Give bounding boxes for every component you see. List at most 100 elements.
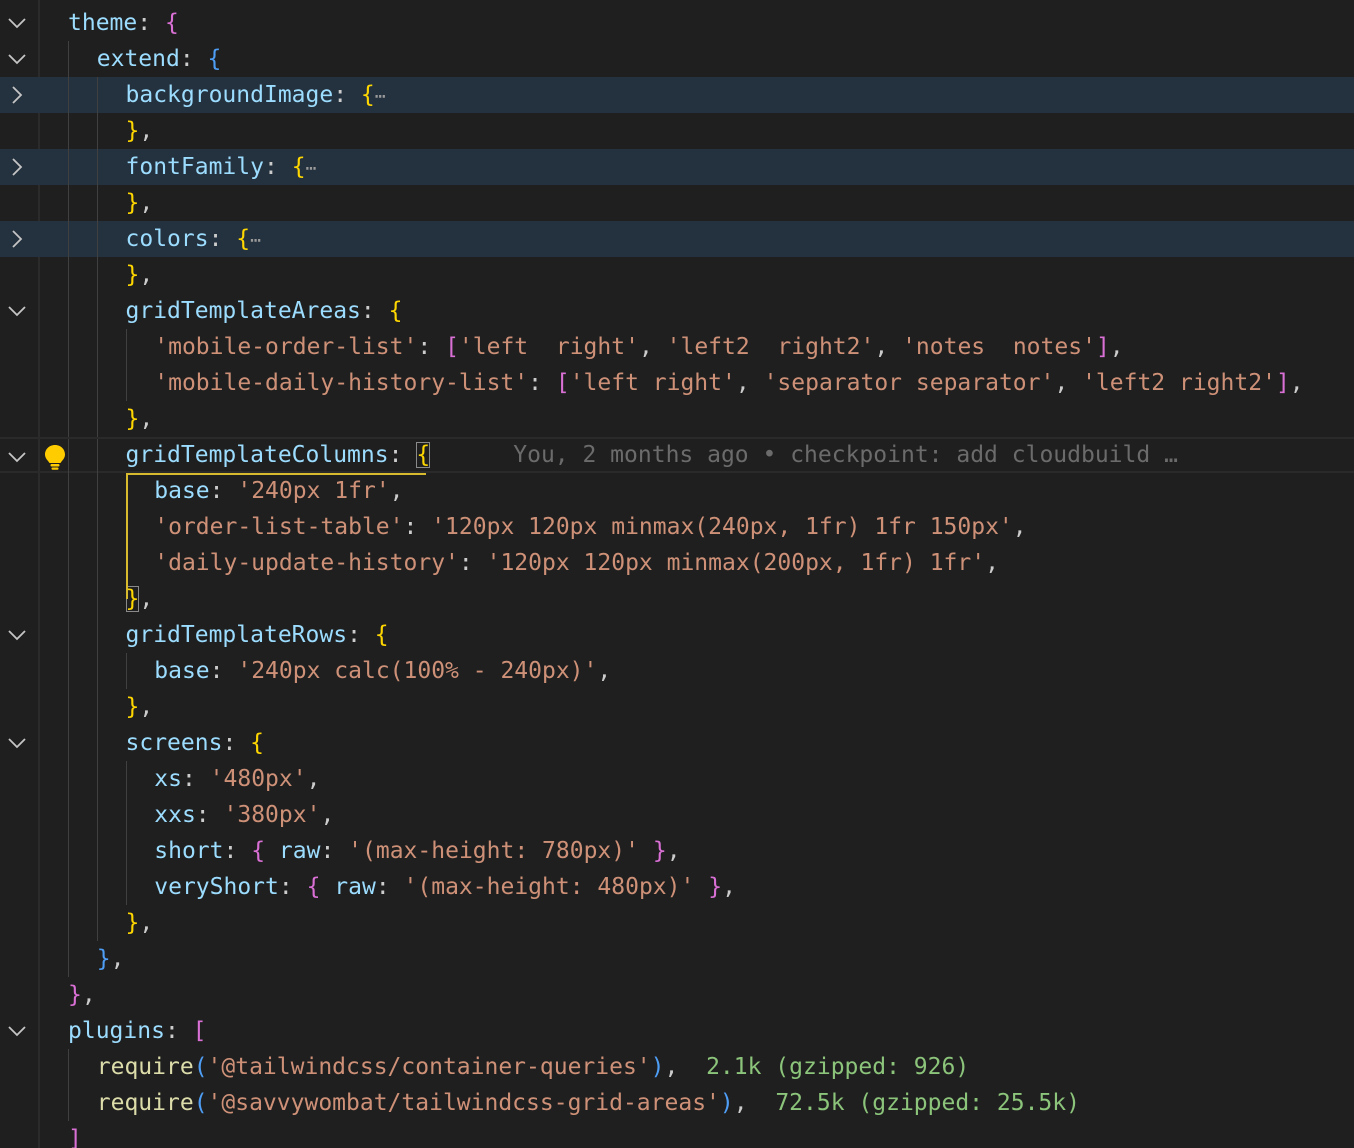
code-line[interactable]: }, [0,977,1354,1013]
code-token: gridTemplateColumns [125,442,389,468]
indent-guide [96,869,98,905]
code-token: '240px 1fr' [237,478,390,504]
code-token: '240px calc(100% - 240px)' [237,658,598,684]
code-line[interactable]: gridTemplateAreas: { [0,293,1354,329]
indent-guide [96,257,98,293]
code-line[interactable]: extend: { [0,41,1354,77]
code-token: , [139,586,154,612]
code-line[interactable]: ] [0,1121,1354,1148]
code-line[interactable]: gridTemplateColumns: { You, 2 months ago… [0,437,1354,475]
code-line[interactable]: xs: '480px', [0,761,1354,797]
indent-guide [96,797,98,833]
code-token: short [154,838,224,864]
code-token: : [417,334,446,360]
code-line[interactable]: colors: {⋯ [0,221,1354,257]
lightbulb-icon[interactable] [42,443,68,471]
code-editor[interactable]: theme: {extend: {backgroundImage: {⋯}, fo… [0,0,1354,1148]
code-token: : [375,874,404,900]
fold-chevron-down-icon[interactable] [4,617,30,653]
folded-ellipsis[interactable]: ⋯ [306,158,317,179]
code-line[interactable]: }, [0,257,1354,293]
indent-guide [68,221,69,257]
code-token: { [164,10,179,36]
code-line[interactable]: require('@savvywombat/tailwindcss-grid-a… [0,1085,1354,1121]
code-line[interactable]: 'mobile-daily-history-list': ['left righ… [0,365,1354,401]
code-line[interactable]: xxs: '380px', [0,797,1354,833]
indent-guide [68,689,69,725]
fold-chevron-down-icon[interactable] [4,5,30,41]
code-token: 'left right' [569,370,736,396]
fold-chevron-down-icon[interactable] [4,293,30,329]
code-text: 'order-list-table': '120px 120px minmax(… [154,509,1026,545]
code-token: , [81,982,96,1008]
code-token: : [209,478,238,504]
code-line[interactable]: plugins: [ [0,1013,1354,1049]
code-token: '(max-height: 780px)' [348,838,639,864]
code-token: , [139,406,154,432]
code-text: gridTemplateRows: { [126,617,389,653]
code-token: '380px' [223,802,321,828]
code-line[interactable]: gridTemplateRows: { [0,617,1354,653]
code-line[interactable]: }, [0,581,1354,617]
code-token: [ [555,370,570,396]
indent-guide [68,293,69,329]
code-line[interactable]: base: '240px calc(100% - 240px)', [0,653,1354,689]
code-line[interactable]: fontFamily: {⋯ [0,149,1354,185]
code-token: colors [125,226,209,252]
code-token: } [96,946,111,972]
folded-ellipsis[interactable]: ⋯ [250,230,261,251]
fold-chevron-down-icon[interactable] [4,41,30,77]
code-line[interactable]: }, [0,185,1354,221]
fold-chevron-down-icon[interactable] [4,725,30,761]
code-token: 'left2 right2' [666,334,875,360]
code-token: require [96,1054,194,1080]
code-token: 'left right' [458,334,639,360]
code-text: }, [126,905,154,941]
code-line[interactable]: }, [0,689,1354,725]
fold-chevron-down-icon[interactable] [4,1013,30,1049]
code-line[interactable]: short: { raw: '(max-height: 780px)' }, [0,833,1354,869]
fold-chevron-right-icon[interactable] [4,221,30,257]
code-text: fontFamily: {⋯ [125,149,317,187]
code-token: base [154,478,210,504]
code-text: require('@tailwindcss/container-queries'… [97,1049,969,1085]
import-cost-hint: 2.1k (gzipped: 926) [678,1054,970,1080]
folded-ellipsis[interactable]: ⋯ [375,86,386,107]
code-token: , [638,334,667,360]
code-token: : [208,226,237,252]
code-line[interactable]: veryShort: { raw: '(max-height: 480px)' … [0,869,1354,905]
code-line[interactable]: }, [0,941,1354,977]
fold-chevron-right-icon[interactable] [4,149,30,185]
code-line[interactable]: theme: { [0,5,1354,41]
code-line[interactable]: }, [0,905,1354,941]
code-token: [ [192,1018,207,1044]
code-line[interactable]: }, [0,113,1354,149]
fold-chevron-right-icon[interactable] [4,77,30,113]
code-token: ) [719,1090,734,1116]
code-line[interactable]: require('@tailwindcss/container-queries'… [0,1049,1354,1085]
code-token: : [137,10,165,36]
code-line[interactable]: screens: { [0,725,1354,761]
code-token: { [306,874,321,900]
code-line[interactable]: backgroundImage: {⋯ [0,77,1354,113]
code-token: : [528,370,556,396]
code-line[interactable]: 'order-list-table': '120px 120px minmax(… [0,509,1354,545]
code-token: '120px 120px minmax(200px, 1fr) 1fr' [486,550,986,576]
active-indent-guide [125,473,128,599]
code-line[interactable]: 'mobile-order-list': ['left right', 'lef… [0,329,1354,365]
code-line[interactable]: 'daily-update-history': '120px 120px min… [0,545,1354,581]
code-line[interactable]: }, [0,401,1354,437]
code-token: '(max-height: 480px)' [403,874,695,900]
indent-guide [68,1085,69,1121]
indent-guide [68,185,69,221]
code-token: '480px' [209,766,307,792]
code-line[interactable]: base: '240px 1fr', [0,473,1354,509]
fold-chevron-down-icon[interactable] [4,439,30,475]
indent-guide [68,869,69,905]
git-blame-annotation: You, 2 months ago • checkpoint: add clou… [430,442,1178,468]
code-token: { [360,82,375,108]
code-token: { [250,730,264,756]
indent-guide [125,365,127,401]
code-token: fontFamily [125,154,264,180]
